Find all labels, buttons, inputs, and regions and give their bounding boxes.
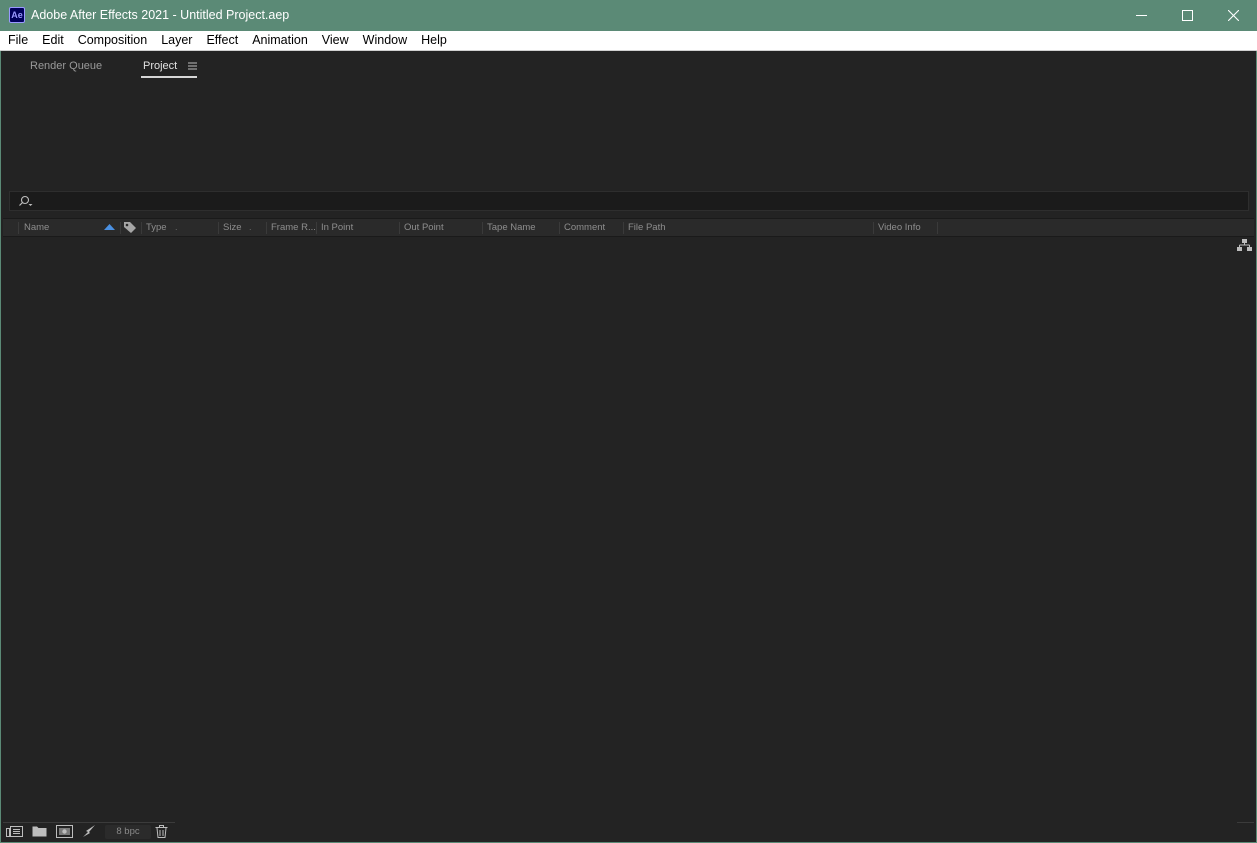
column-separator[interactable]	[218, 222, 219, 234]
delete-icon[interactable]	[155, 825, 168, 838]
maximize-button[interactable]	[1164, 0, 1210, 31]
search-input[interactable]	[36, 193, 1240, 211]
sort-ascending-icon[interactable]	[104, 224, 115, 230]
project-search-field[interactable]	[9, 191, 1249, 211]
column-video-info[interactable]: Video Info	[878, 222, 921, 234]
column-separator[interactable]	[18, 222, 19, 234]
column-tape-name[interactable]: Tape Name	[487, 222, 536, 234]
column-separator[interactable]	[316, 222, 317, 234]
column-dot: .	[249, 222, 252, 232]
menu-animation[interactable]: Animation	[245, 31, 315, 50]
column-comment[interactable]: Comment	[564, 222, 605, 234]
close-button[interactable]	[1210, 0, 1256, 31]
adjust-settings-icon[interactable]	[82, 825, 96, 838]
column-file-path[interactable]: File Path	[628, 222, 666, 234]
new-composition-icon[interactable]	[56, 825, 73, 838]
column-in-point[interactable]: In Point	[321, 222, 353, 234]
after-effects-app-icon: Ae	[9, 7, 25, 23]
column-separator[interactable]	[623, 222, 624, 234]
column-separator[interactable]	[266, 222, 267, 234]
project-panel	[0, 51, 1257, 843]
column-separator[interactable]	[141, 222, 142, 234]
label-tag-icon[interactable]	[123, 221, 137, 234]
column-out-point[interactable]: Out Point	[404, 222, 444, 234]
column-dot: .	[175, 222, 178, 232]
column-separator[interactable]	[937, 222, 938, 234]
menu-layer[interactable]: Layer	[154, 31, 199, 50]
interpret-footage-icon[interactable]	[6, 825, 24, 838]
menu-window[interactable]: Window	[356, 31, 414, 50]
window-title: Adobe After Effects 2021 - Untitled Proj…	[31, 8, 290, 22]
active-tab-indicator	[141, 76, 197, 78]
column-separator[interactable]	[399, 222, 400, 234]
minimize-icon	[1135, 15, 1147, 16]
column-separator[interactable]	[120, 222, 121, 234]
column-separator[interactable]	[482, 222, 483, 234]
column-frame-rate[interactable]: Frame R...	[271, 222, 316, 234]
menu-edit[interactable]: Edit	[35, 31, 71, 50]
project-footer: 8 bpc	[3, 822, 1254, 841]
tab-project[interactable]: Project	[143, 59, 177, 73]
menu-effect[interactable]: Effect	[199, 31, 245, 50]
menu-help[interactable]: Help	[414, 31, 454, 50]
menu-bar: File Edit Composition Layer Effect Anima…	[0, 31, 1257, 51]
column-type[interactable]: Type	[146, 222, 167, 234]
footer-divider	[3, 822, 175, 823]
maximize-icon	[1181, 10, 1193, 21]
close-icon	[1227, 10, 1239, 21]
tab-render-queue[interactable]: Render Queue	[30, 59, 102, 73]
column-size[interactable]: Size	[223, 222, 241, 234]
footer-divider	[1237, 822, 1254, 823]
search-icon[interactable]	[16, 195, 34, 208]
minimize-button[interactable]	[1118, 0, 1164, 31]
column-name[interactable]: Name	[24, 222, 49, 234]
title-bar: Ae Adobe After Effects 2021 - Untitled P…	[0, 0, 1257, 31]
column-separator[interactable]	[559, 222, 560, 234]
panel-menu-icon[interactable]	[188, 62, 197, 70]
flowchart-icon[interactable]	[1237, 239, 1252, 252]
bpc-button[interactable]: 8 bpc	[105, 825, 151, 839]
menu-view[interactable]: View	[315, 31, 356, 50]
menu-file[interactable]: File	[1, 31, 35, 50]
new-folder-icon[interactable]	[32, 825, 47, 837]
column-header: Name Type . Size . Frame R... In Point O…	[3, 218, 1254, 237]
column-separator[interactable]	[873, 222, 874, 234]
menu-composition[interactable]: Composition	[71, 31, 154, 50]
